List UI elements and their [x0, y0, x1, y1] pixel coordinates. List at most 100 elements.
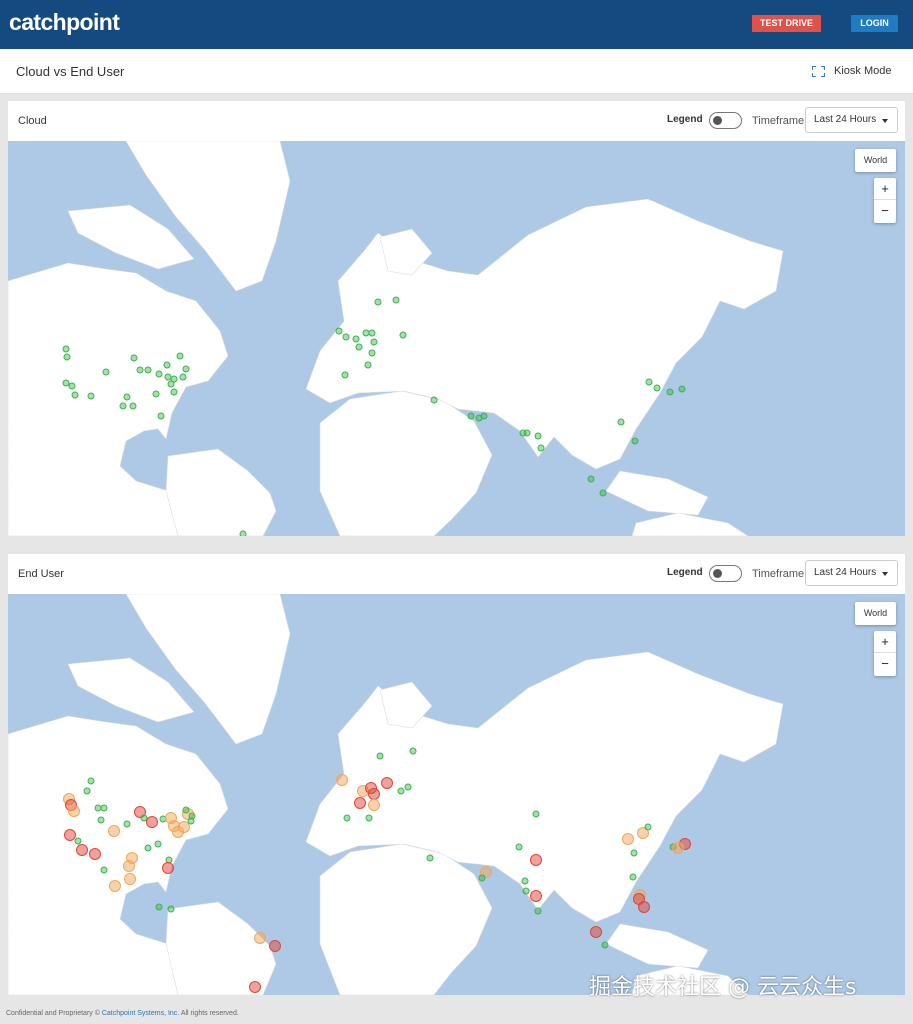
- location-marker[interactable]: [108, 825, 120, 837]
- location-marker[interactable]: [430, 396, 438, 404]
- location-marker[interactable]: [368, 788, 380, 800]
- location-marker[interactable]: [368, 799, 380, 811]
- location-marker[interactable]: [144, 844, 152, 852]
- location-marker[interactable]: [176, 352, 184, 360]
- location-marker[interactable]: [530, 890, 542, 902]
- location-marker[interactable]: [154, 840, 162, 848]
- world-view-button[interactable]: World: [855, 149, 896, 172]
- location-marker[interactable]: [123, 860, 135, 872]
- end-user-world-map[interactable]: World + −: [8, 594, 905, 995]
- location-marker[interactable]: [370, 338, 378, 346]
- location-marker[interactable]: [630, 849, 638, 857]
- location-marker[interactable]: [97, 816, 105, 824]
- zoom-in-button[interactable]: +: [874, 631, 896, 653]
- location-marker[interactable]: [374, 298, 382, 306]
- location-marker[interactable]: [178, 821, 190, 833]
- test-drive-button[interactable]: TEST DRIVE: [752, 15, 821, 32]
- location-marker[interactable]: [124, 873, 136, 885]
- location-marker[interactable]: [87, 777, 95, 785]
- location-marker[interactable]: [162, 862, 174, 874]
- location-marker[interactable]: [155, 370, 163, 378]
- location-marker[interactable]: [381, 777, 393, 789]
- location-marker[interactable]: [109, 880, 121, 892]
- location-marker[interactable]: [364, 361, 372, 369]
- location-marker[interactable]: [129, 402, 137, 410]
- location-marker[interactable]: [355, 343, 363, 351]
- location-marker[interactable]: [409, 747, 417, 755]
- location-marker[interactable]: [144, 366, 152, 374]
- location-marker[interactable]: [617, 418, 625, 426]
- location-marker[interactable]: [130, 354, 138, 362]
- location-marker[interactable]: [530, 854, 542, 866]
- timeframe-select[interactable]: Last 24 Hours: [805, 560, 898, 586]
- location-marker[interactable]: [76, 844, 88, 856]
- location-marker[interactable]: [179, 373, 187, 381]
- timeframe-select[interactable]: Last 24 Hours: [805, 107, 898, 133]
- location-marker[interactable]: [167, 380, 175, 388]
- location-marker[interactable]: [392, 296, 400, 304]
- location-marker[interactable]: [71, 391, 79, 399]
- location-marker[interactable]: [666, 388, 674, 396]
- location-marker[interactable]: [155, 903, 163, 911]
- location-marker[interactable]: [522, 887, 530, 895]
- world-view-button[interactable]: World: [855, 602, 896, 625]
- catchpoint-logo[interactable]: catchpoint: [9, 9, 120, 36]
- cloud-world-map[interactable]: World + −: [8, 141, 905, 536]
- location-marker[interactable]: [100, 804, 108, 812]
- location-marker[interactable]: [480, 412, 488, 420]
- location-marker[interactable]: [62, 345, 70, 353]
- location-marker[interactable]: [376, 752, 384, 760]
- location-marker[interactable]: [68, 382, 76, 390]
- location-marker[interactable]: [336, 774, 348, 786]
- location-marker[interactable]: [119, 402, 127, 410]
- location-marker[interactable]: [587, 475, 595, 483]
- location-marker[interactable]: [629, 873, 637, 881]
- location-marker[interactable]: [515, 843, 523, 851]
- location-marker[interactable]: [644, 823, 652, 831]
- location-marker[interactable]: [187, 817, 195, 825]
- location-marker[interactable]: [638, 901, 650, 913]
- location-marker[interactable]: [478, 874, 486, 882]
- location-marker[interactable]: [523, 429, 531, 437]
- location-marker[interactable]: [599, 489, 607, 497]
- location-marker[interactable]: [397, 787, 405, 795]
- location-marker[interactable]: [537, 444, 545, 452]
- location-marker[interactable]: [467, 412, 475, 420]
- location-marker[interactable]: [269, 940, 281, 952]
- location-marker[interactable]: [136, 366, 144, 374]
- location-marker[interactable]: [83, 787, 91, 795]
- kiosk-mode-button[interactable]: Kiosk Mode: [812, 65, 891, 77]
- location-marker[interactable]: [182, 365, 190, 373]
- location-marker[interactable]: [645, 378, 653, 386]
- location-marker[interactable]: [167, 905, 175, 913]
- location-marker[interactable]: [163, 361, 171, 369]
- location-marker[interactable]: [335, 327, 343, 335]
- location-marker[interactable]: [87, 392, 95, 400]
- company-link[interactable]: Catchpoint Systems, Inc.: [102, 1010, 179, 1017]
- location-marker[interactable]: [521, 877, 529, 885]
- location-marker[interactable]: [64, 829, 76, 841]
- location-marker[interactable]: [170, 388, 178, 396]
- location-marker[interactable]: [182, 806, 190, 814]
- location-marker[interactable]: [239, 530, 247, 536]
- location-marker[interactable]: [164, 373, 172, 381]
- location-marker[interactable]: [140, 814, 148, 822]
- location-marker[interactable]: [601, 941, 609, 949]
- location-marker[interactable]: [534, 432, 542, 440]
- location-marker[interactable]: [590, 926, 602, 938]
- location-marker[interactable]: [146, 816, 158, 828]
- location-marker[interactable]: [157, 412, 165, 420]
- location-marker[interactable]: [622, 833, 634, 845]
- location-marker[interactable]: [365, 814, 373, 822]
- location-marker[interactable]: [631, 437, 639, 445]
- location-marker[interactable]: [368, 329, 376, 337]
- location-marker[interactable]: [362, 329, 370, 337]
- location-marker[interactable]: [672, 842, 684, 854]
- location-marker[interactable]: [94, 804, 102, 812]
- location-marker[interactable]: [123, 393, 131, 401]
- location-marker[interactable]: [254, 932, 266, 944]
- login-button[interactable]: LOGIN: [851, 15, 898, 32]
- location-marker[interactable]: [352, 335, 360, 343]
- legend-toggle[interactable]: [709, 112, 742, 129]
- location-marker[interactable]: [123, 820, 131, 828]
